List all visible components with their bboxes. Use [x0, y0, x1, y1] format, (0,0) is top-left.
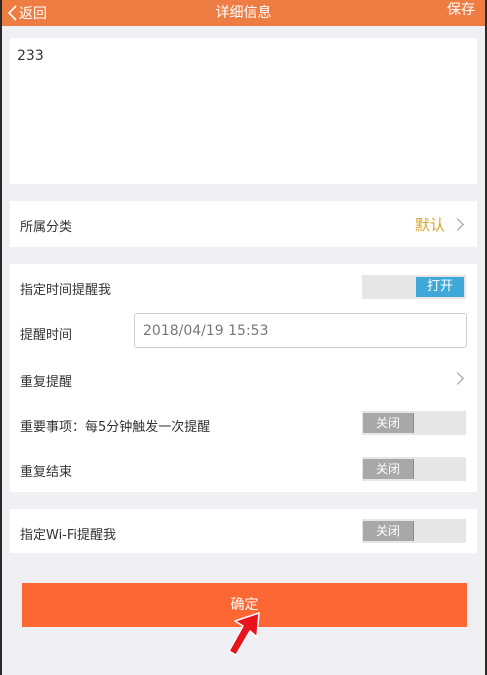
- toggle-off-knob: 关闭: [363, 459, 414, 479]
- top-bar: 返回 详细信息 保存: [2, 0, 485, 26]
- time-reminder-toggle[interactable]: 打开: [362, 275, 466, 299]
- important-item-label: 重要事项：每5分钟触发一次提醒: [20, 420, 211, 435]
- important-item-toggle[interactable]: 关闭: [362, 411, 466, 435]
- save-button[interactable]: 保存: [447, 0, 475, 20]
- repeat-reminder-row[interactable]: [10, 359, 477, 399]
- reminder-time-input[interactable]: [134, 313, 467, 348]
- toggle-off-knob: 关闭: [363, 413, 414, 433]
- time-reminder-label: 指定时间提醒我: [20, 283, 112, 298]
- frame-left-edge: [0, 0, 2, 675]
- reminder-settings-card: 指定时间提醒我 打开 提醒时间 重复提醒 重要事项：每5分钟触发一次提醒 关闭 …: [10, 264, 477, 492]
- chevron-left-icon: [8, 5, 17, 21]
- category-value: 默认: [414, 216, 445, 234]
- page-title: 详细信息: [215, 5, 272, 21]
- wifi-reminder-card: 指定Wi-Fi提醒我 关闭: [10, 509, 477, 553]
- category-label: 所属分类: [20, 220, 73, 235]
- wifi-reminder-label: 指定Wi-Fi提醒我: [20, 528, 117, 543]
- repeat-end-label: 重复结束: [20, 465, 73, 480]
- back-label: 返回: [19, 6, 47, 22]
- note-content-area[interactable]: 233: [10, 38, 477, 184]
- wifi-reminder-toggle[interactable]: 关闭: [362, 519, 466, 543]
- chevron-right-icon: [451, 218, 464, 231]
- category-row[interactable]: 所属分类 默认: [10, 201, 477, 247]
- back-button[interactable]: 返回: [8, 0, 47, 26]
- repeat-end-toggle[interactable]: 关闭: [362, 457, 466, 481]
- toggle-on-knob: 打开: [416, 277, 464, 297]
- toggle-off-knob: 关闭: [363, 521, 414, 541]
- confirm-button[interactable]: 确定: [22, 583, 467, 627]
- note-text: 233: [17, 48, 44, 64]
- reminder-time-label: 提醒时间: [20, 328, 73, 343]
